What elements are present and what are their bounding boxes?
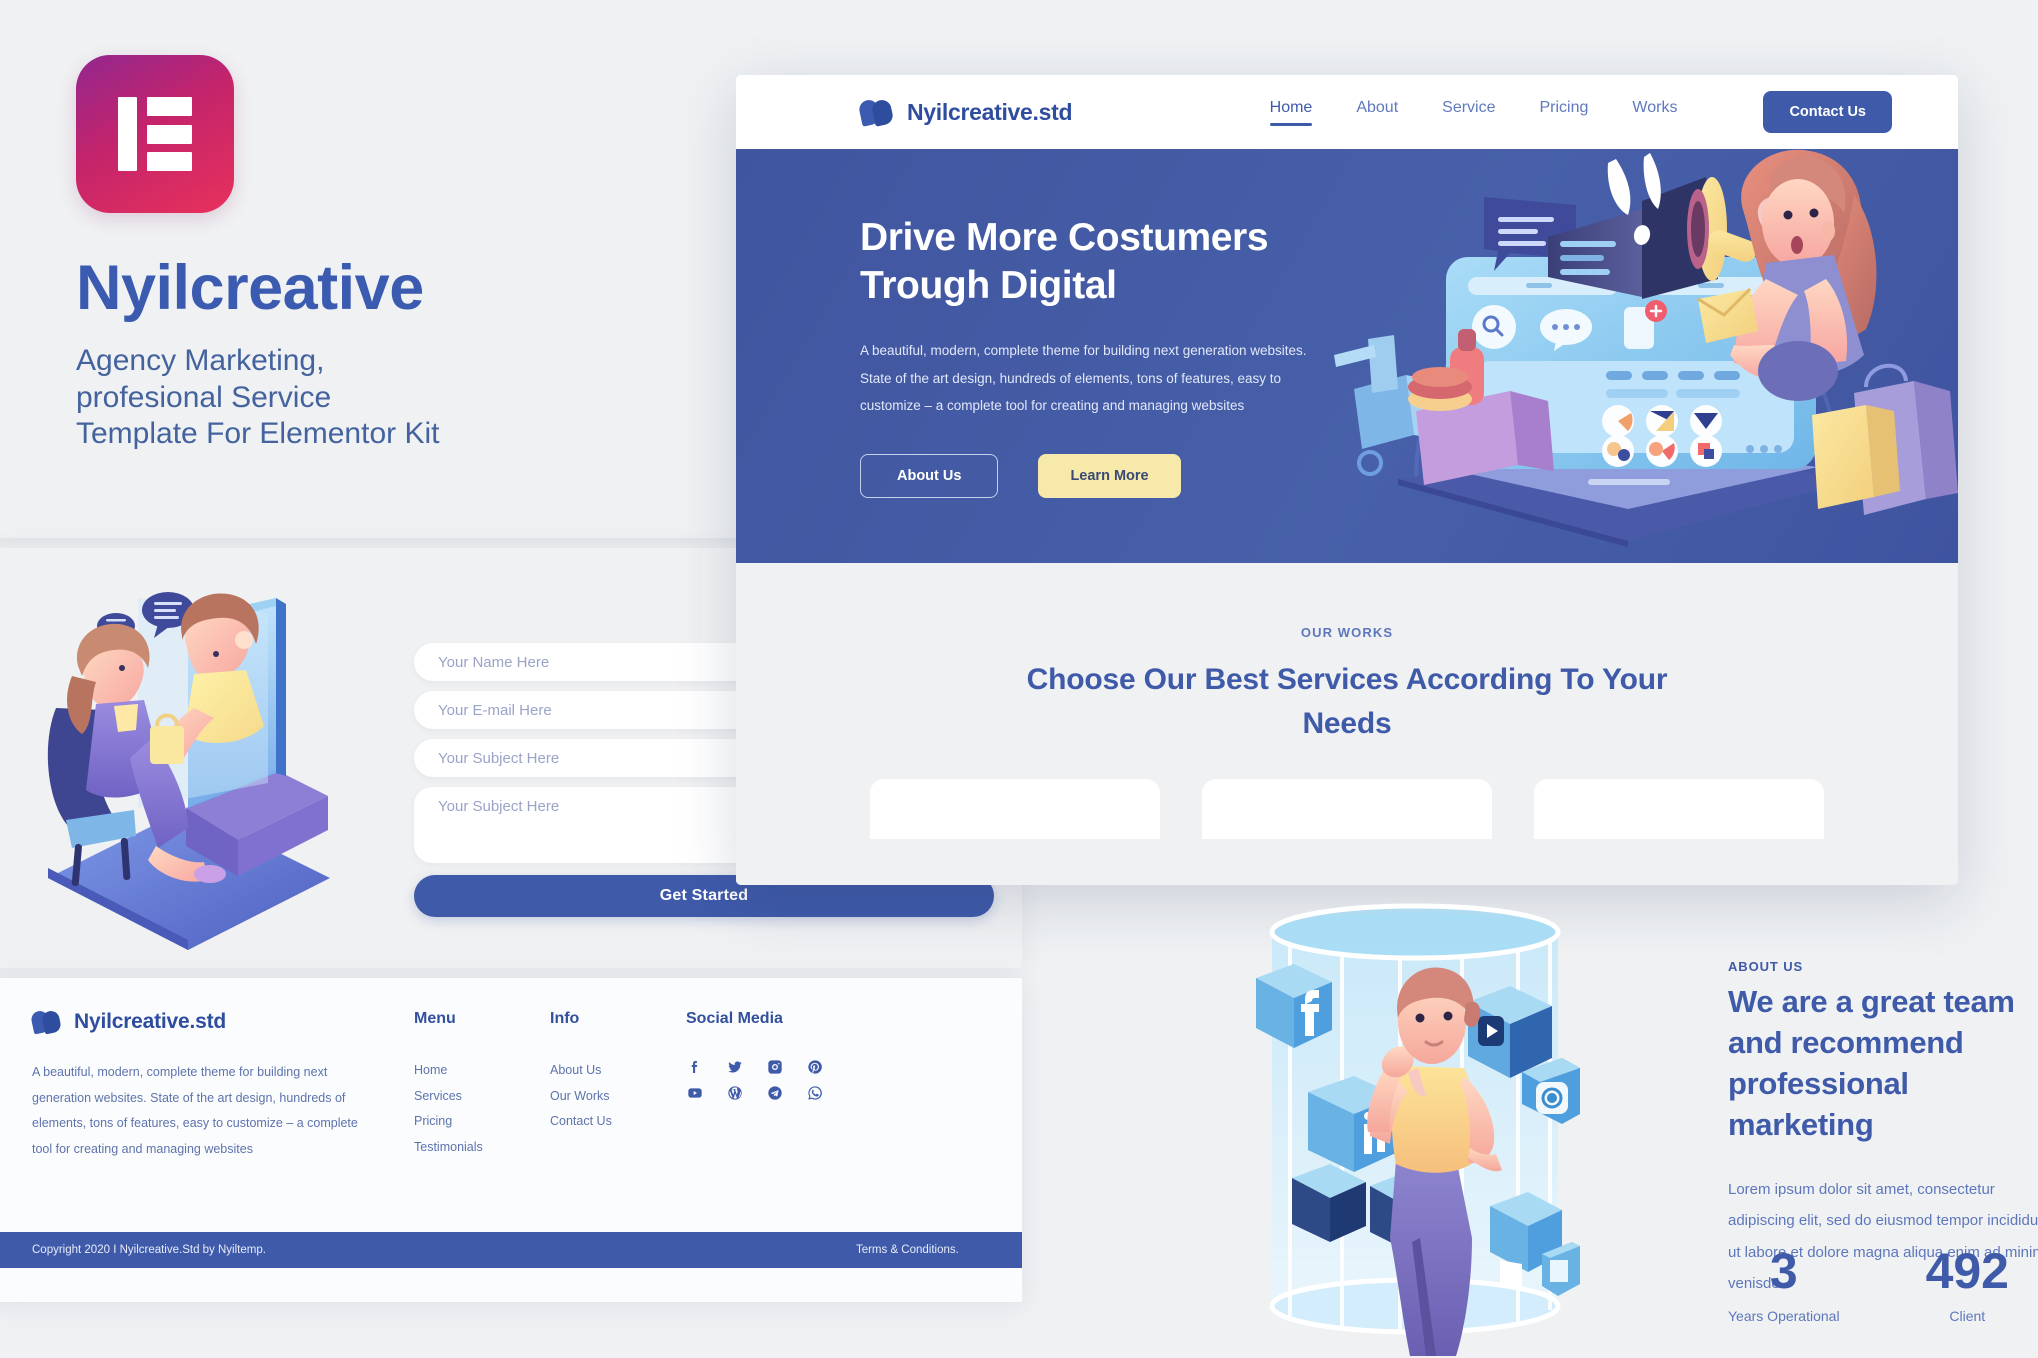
stat-client: 492 Client: [1926, 1246, 2009, 1324]
footer-link-home[interactable]: Home: [414, 1058, 550, 1084]
works-card-row: [736, 779, 1958, 839]
nyilcreative-mark-icon: [29, 1009, 63, 1035]
nav-link-home[interactable]: Home: [1269, 99, 1312, 126]
navbar-logo-text: Nyilcreative.std: [907, 98, 1073, 125]
footer-link-our-works[interactable]: Our Works: [550, 1084, 686, 1110]
navbar-brand[interactable]: Nyilcreative.std: [857, 97, 1073, 127]
stat-client-label: Client: [1949, 1308, 1986, 1324]
woman-with-megaphone-ecommerce-illustration: [1334, 149, 1958, 547]
stat-client-value: 492: [1925, 1243, 2009, 1299]
works-title: Choose Our Best Services According To Yo…: [1026, 663, 1668, 740]
hero-paragraph: A beautiful, modern, complete theme for …: [860, 342, 1307, 414]
email-field-placeholder: Your E-mail Here: [438, 701, 552, 719]
footer-logo-text: Nyilcreative.std: [74, 1010, 227, 1033]
man-with-social-media-cubes-illustration: [1256, 903, 1580, 1356]
footer-logo: Nyilcreative.std: [29, 1009, 362, 1035]
footer-about-column: Nyilcreative.std A beautiful, modern, co…: [29, 1009, 362, 1163]
navbar: Nyilcreative.std Home About Service Pric…: [736, 75, 1958, 149]
nav-link-pricing[interactable]: Pricing: [1540, 99, 1589, 126]
pinterest-icon[interactable]: [806, 1058, 824, 1076]
name-field-placeholder: Your Name Here: [438, 653, 550, 671]
twitter-icon[interactable]: [726, 1058, 744, 1076]
contact-us-button[interactable]: Contact Us: [1763, 91, 1892, 133]
about-heading: We are a great team and recommend profes…: [1728, 984, 2015, 1142]
facebook-icon[interactable]: [686, 1058, 704, 1076]
navbar-links: Home About Service Pricing Works Contact…: [1269, 91, 1892, 133]
nav-link-works[interactable]: Works: [1632, 99, 1677, 126]
stat-years-value: 3: [1769, 1243, 1798, 1299]
footer-info-column: Info About Us Our Works Contact Us: [550, 1010, 686, 1163]
footer-menu-heading: Menu: [414, 1010, 456, 1027]
footer-menu-column: Menu Home Services Pricing Testimonials: [414, 1010, 550, 1163]
wordpress-icon[interactable]: [726, 1084, 744, 1102]
footer-about-text: A beautiful, modern, complete theme for …: [32, 1065, 358, 1156]
nav-link-about[interactable]: About: [1356, 99, 1398, 126]
footer-info-heading: Info: [550, 1010, 580, 1027]
website-preview-panel: Nyilcreative.std Home About Service Pric…: [736, 75, 1958, 885]
stat-years-operational: 3 Years Operational: [1728, 1246, 1840, 1324]
about-us-button[interactable]: About Us: [860, 453, 999, 498]
hero-content: Drive More Costumers Trough Digital A be…: [860, 214, 1310, 498]
stat-years-label: Years Operational: [1728, 1308, 1840, 1324]
about-stats: 3 Years Operational 492 Client: [1728, 1246, 2009, 1324]
get-started-label: Get Started: [659, 887, 749, 904]
copyright-bar: Copyright 2020 I Nyilcreative.Std by Nyi…: [0, 1232, 1022, 1268]
footer-link-testimonials[interactable]: Testimonials: [414, 1135, 550, 1161]
elementor-logo-icon: [76, 55, 234, 213]
intro-block: Nyilcreative Agency Marketing, profesion…: [76, 55, 736, 453]
works-card[interactable]: [1202, 779, 1492, 839]
copyright-text: Copyright 2020 I Nyilcreative.Std by Nyi…: [32, 1244, 266, 1256]
footer-link-pricing[interactable]: Pricing: [414, 1109, 550, 1135]
footer-card: Nyilcreative.std A beautiful, modern, co…: [0, 978, 1022, 1302]
works-section: OUR WORKS Choose Our Best Services Accor…: [736, 563, 1958, 885]
instagram-icon[interactable]: [766, 1058, 784, 1076]
youtube-icon[interactable]: [686, 1084, 704, 1102]
message-field-placeholder: Your Subject Here: [438, 798, 560, 815]
whatsapp-icon[interactable]: [806, 1084, 824, 1102]
footer-link-about-us[interactable]: About Us: [550, 1058, 686, 1084]
page-root: Nyilcreative Agency Marketing, profesion…: [0, 0, 2038, 1358]
hero-heading-line1: Drive More Costumers: [860, 216, 1269, 260]
footer-social-column: Social Media: [686, 1010, 866, 1163]
nav-link-service[interactable]: Service: [1442, 99, 1495, 126]
video-call-shopping-illustration: [47, 592, 330, 950]
page-title: Nyilcreative: [76, 253, 424, 323]
about-eyebrow: ABOUT US: [1728, 959, 1804, 974]
works-eyebrow: OUR WORKS: [1300, 625, 1394, 640]
subject-field-placeholder: Your Subject Here: [438, 749, 560, 767]
hero-heading: Drive More Costumers Trough Digital: [860, 214, 1310, 311]
hero-heading-line2: Trough Digital: [860, 264, 1117, 308]
telegram-icon[interactable]: [766, 1084, 784, 1102]
works-card[interactable]: [870, 779, 1160, 839]
works-card[interactable]: [1534, 779, 1824, 839]
hero-section: Drive More Costumers Trough Digital A be…: [736, 149, 1958, 563]
footer-link-services[interactable]: Services: [414, 1084, 550, 1110]
learn-more-button[interactable]: Learn More: [1038, 453, 1181, 498]
footer-social-heading: Social Media: [686, 1010, 783, 1027]
about-section: ABOUT US We are a great team and recomme…: [1150, 886, 2038, 1358]
social-icon-grid: [686, 1058, 866, 1102]
terms-link[interactable]: Terms & Conditions.: [856, 1244, 959, 1256]
footer-link-contact-us[interactable]: Contact Us: [550, 1109, 686, 1135]
page-tagline: Agency Marketing, profesional Service Te…: [76, 344, 440, 451]
hero-buttons: About Us Learn More: [860, 453, 1310, 498]
nyilcreative-mark-icon: [857, 97, 895, 127]
